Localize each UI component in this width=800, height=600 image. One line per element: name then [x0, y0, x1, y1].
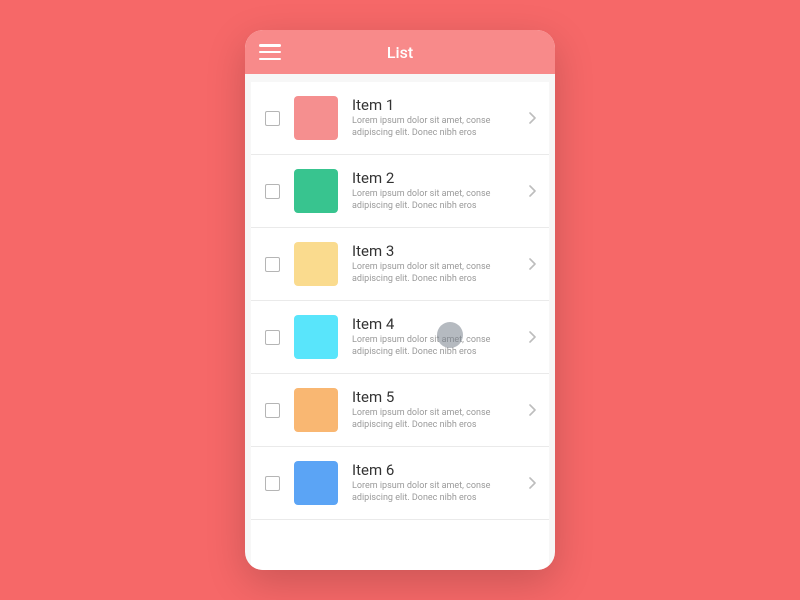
color-swatch — [294, 242, 338, 286]
item-description: Lorem ipsum dolor sit amet, conse adipis… — [352, 481, 521, 504]
item-title: Item 1 — [352, 96, 521, 114]
item-description: Lorem ipsum dolor sit amet, conse adipis… — [352, 116, 521, 139]
page-title: List — [387, 43, 413, 62]
item-description: Lorem ipsum dolor sit amet, conse adipis… — [352, 262, 521, 285]
chevron-right-icon[interactable] — [529, 112, 537, 124]
item-text: Item 2 Lorem ipsum dolor sit amet, conse… — [352, 169, 521, 212]
list-item[interactable]: Item 4 Lorem ipsum dolor sit amet, conse… — [251, 301, 549, 374]
phone-frame: List Item 1 Lorem ipsum dolor sit amet, … — [245, 30, 555, 570]
list-container[interactable]: Item 1 Lorem ipsum dolor sit amet, conse… — [251, 82, 549, 570]
chevron-right-icon[interactable] — [529, 258, 537, 270]
item-title: Item 3 — [352, 242, 521, 260]
menu-icon[interactable] — [259, 44, 281, 60]
chevron-right-icon[interactable] — [529, 331, 537, 343]
item-description: Lorem ipsum dolor sit amet, conse adipis… — [352, 408, 521, 431]
chevron-right-icon[interactable] — [529, 185, 537, 197]
item-text: Item 4 Lorem ipsum dolor sit amet, conse… — [352, 315, 521, 358]
color-swatch — [294, 388, 338, 432]
app-header: List — [245, 30, 555, 74]
list-item[interactable]: Item 3 Lorem ipsum dolor sit amet, conse… — [251, 228, 549, 301]
checkbox[interactable] — [265, 403, 280, 418]
list-item[interactable]: Item 6 Lorem ipsum dolor sit amet, conse… — [251, 447, 549, 520]
checkbox[interactable] — [265, 257, 280, 272]
color-swatch — [294, 461, 338, 505]
chevron-right-icon[interactable] — [529, 404, 537, 416]
item-title: Item 2 — [352, 169, 521, 187]
item-title: Item 5 — [352, 388, 521, 406]
checkbox[interactable] — [265, 476, 280, 491]
item-description: Lorem ipsum dolor sit amet, conse adipis… — [352, 189, 521, 212]
list-item[interactable]: Item 1 Lorem ipsum dolor sit amet, conse… — [251, 82, 549, 155]
checkbox[interactable] — [265, 330, 280, 345]
list-item[interactable]: Item 5 Lorem ipsum dolor sit amet, conse… — [251, 374, 549, 447]
item-text: Item 3 Lorem ipsum dolor sit amet, conse… — [352, 242, 521, 285]
item-title: Item 4 — [352, 315, 521, 333]
item-text: Item 5 Lorem ipsum dolor sit amet, conse… — [352, 388, 521, 431]
item-title: Item 6 — [352, 461, 521, 479]
item-text: Item 1 Lorem ipsum dolor sit amet, conse… — [352, 96, 521, 139]
checkbox[interactable] — [265, 111, 280, 126]
color-swatch — [294, 315, 338, 359]
chevron-right-icon[interactable] — [529, 477, 537, 489]
item-text: Item 6 Lorem ipsum dolor sit amet, conse… — [352, 461, 521, 504]
color-swatch — [294, 169, 338, 213]
item-description: Lorem ipsum dolor sit amet, conse adipis… — [352, 335, 521, 358]
checkbox[interactable] — [265, 184, 280, 199]
list-item[interactable]: Item 2 Lorem ipsum dolor sit amet, conse… — [251, 155, 549, 228]
color-swatch — [294, 96, 338, 140]
